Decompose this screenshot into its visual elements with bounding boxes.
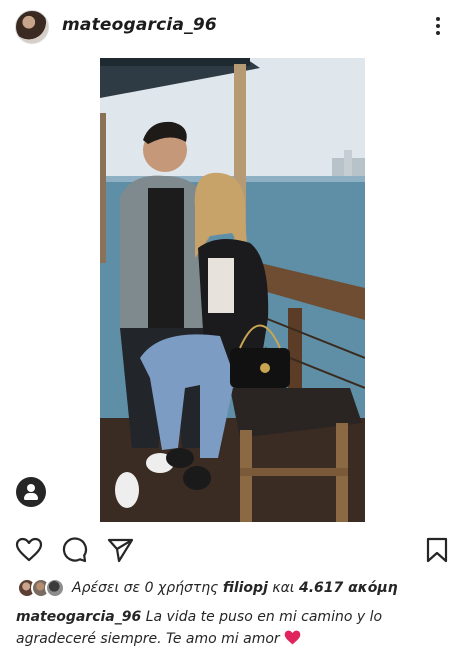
bookmark-icon[interactable] [423,536,451,564]
comment-icon[interactable] [60,536,88,564]
post-photo[interactable] [100,58,365,522]
action-bar [0,532,466,568]
liker-avatar [45,578,65,598]
heart-icon[interactable] [15,536,43,564]
likes-connector: και [267,580,299,596]
post-caption: mateogarcia_96 La vida te puso en mi cam… [16,606,456,650]
red-heart-emoji [284,630,301,645]
caption-username[interactable]: mateogarcia_96 [16,609,141,625]
user-avatar[interactable] [15,10,49,44]
user-tag-icon[interactable] [16,477,46,507]
likes-prefix: Αρέσει σε [72,580,145,596]
liker-username[interactable]: filiopj [223,580,268,596]
likes-count[interactable]: 4.617 [299,580,343,596]
send-icon[interactable] [106,536,134,564]
likes-middle: 0 χρήστης [144,580,223,596]
post-media [0,54,466,526]
likes-summary[interactable]: Αρέσει σε 0 χρήστης filiopj και 4.617 ακ… [0,576,466,602]
more-vertical-icon[interactable] [430,14,446,40]
likes-text: Αρέσει σε 0 χρήστης filiopj και 4.617 ακ… [72,580,398,596]
post-header: mateogarcia_96 [0,0,466,54]
likes-suffix[interactable]: ακόμη [343,580,397,596]
post-username[interactable]: mateogarcia_96 [62,15,217,35]
